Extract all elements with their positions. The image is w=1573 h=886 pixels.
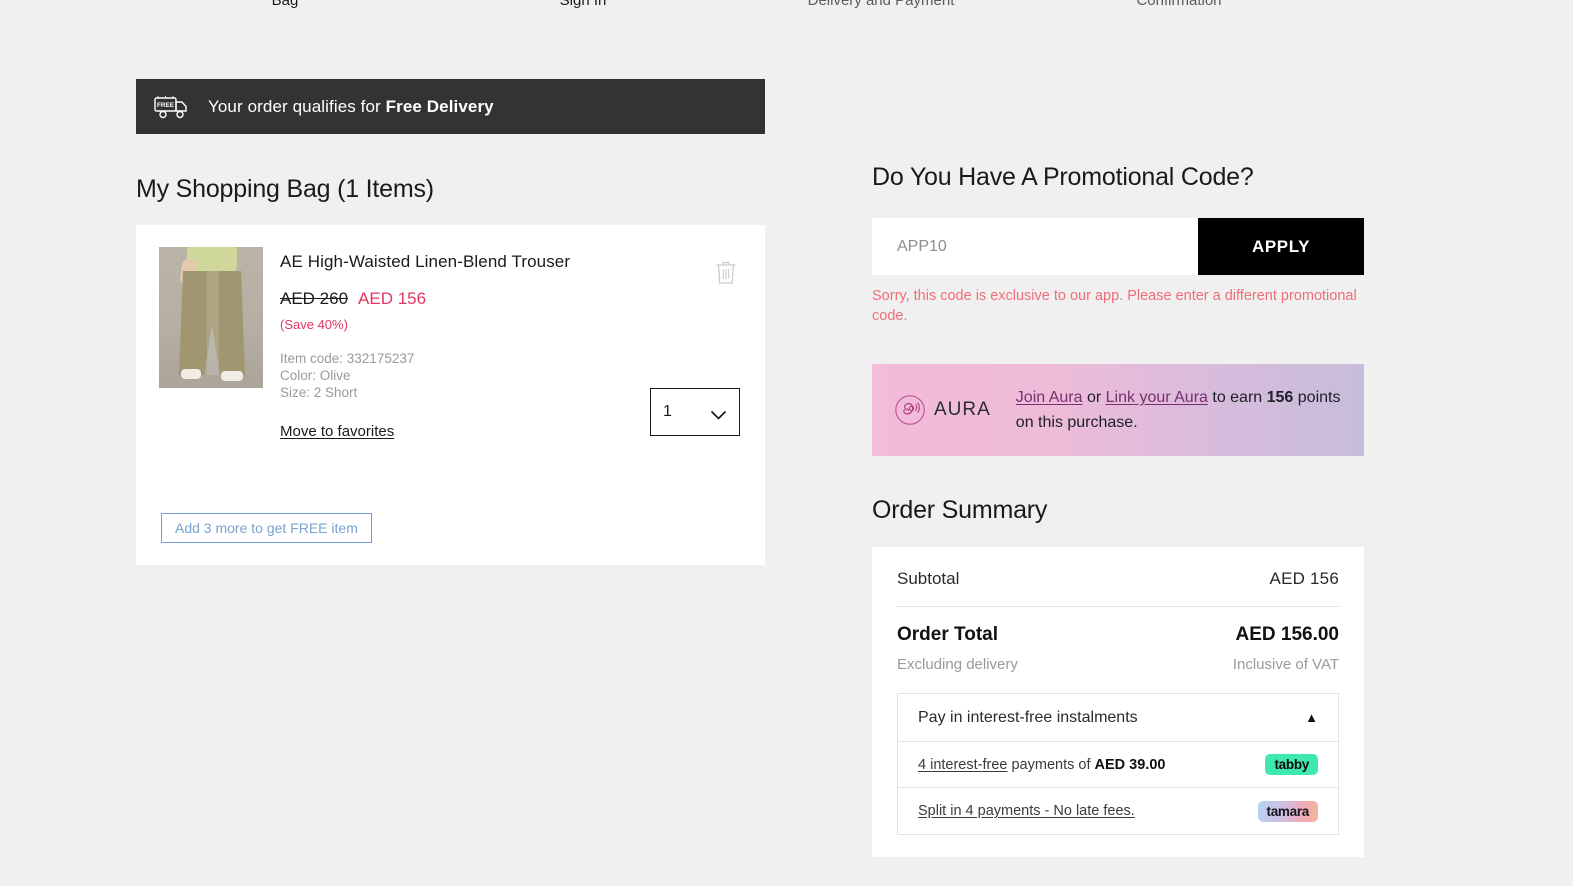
aura-logo: AURA [894,394,991,426]
subtotal-label: Subtotal [897,569,960,588]
aura-or-text: or [1082,389,1106,406]
instalment-tabby-amount: AED 39.00 [1094,756,1166,773]
progress-step-sign-in[interactable]: Sign In [434,0,732,9]
add-more-free-item-button[interactable]: Add 3 more to get FREE item [161,513,372,543]
aura-message: Join Aura or Link your Aura to earn 156 … [1016,385,1346,435]
instalment-tamara-text: Split in 4 payments - No late fees. [918,803,1135,819]
free-delivery-prefix: Your order qualifies for [208,96,386,116]
subtotal-value: AED 156 [1269,569,1339,588]
order-total-subnote-row: Excluding delivery Inclusive of VAT [897,656,1339,673]
promo-title: Do You Have A Promotional Code? [872,163,1254,191]
summary-column: Do You Have A Promotional Code? APPLY So… [872,163,1364,857]
excluding-delivery-label: Excluding delivery [897,656,1018,673]
quantity-select[interactable]: 1 [650,388,740,436]
free-delivery-banner: FREE Your order qualifies for Free Deliv… [136,79,765,134]
order-summary-title: Order Summary [872,496,1048,524]
subtotal-row: Subtotal AED 156 [897,569,1339,589]
apply-promo-button[interactable]: APPLY [1198,218,1364,275]
order-total-value: AED 156.00 [1235,624,1339,645]
aura-wordmark: AURA [934,399,991,420]
promo-code-input[interactable] [872,218,1198,275]
inclusive-vat-label: Inclusive of VAT [1232,656,1339,673]
instalments-toggle[interactable]: Pay in interest-free instalments ▲ [898,694,1338,742]
instalment-option-tabby[interactable]: 4 interest-free payments of AED 39.00 ta… [898,742,1338,788]
product-item-code: Item code: 332175237 [280,351,415,366]
order-total-label: Order Total [897,624,998,645]
progress-step-bag[interactable]: Bag [136,0,434,9]
trash-icon[interactable] [714,260,738,286]
promo-row: APPLY [872,218,1364,275]
aura-banner: AURA Join Aura or Link your Aura to earn… [872,364,1364,456]
link-your-aura-link[interactable]: Link your Aura [1106,389,1208,406]
bag-title: My Shopping Bag (1 Items) [136,175,434,203]
order-total-row: Order Total AED 156.00 [897,624,1339,646]
tabby-logo: tabby [1265,754,1318,775]
bag-column: FREE Your order qualifies for Free Deliv… [136,79,765,565]
progress-step-delivery-and-payment[interactable]: Delivery and Payment [732,0,1030,9]
instalment-tabby-middle: payments of [1007,756,1095,773]
aura-logo-icon [894,394,926,426]
product-price-current: AED 156 [358,289,427,308]
summary-divider [897,606,1339,607]
product-info: AE High-Waisted Linen-Blend Trouser AED … [280,247,652,441]
free-delivery-truck-icon: FREE [154,94,192,120]
instalment-tabby-link[interactable]: 4 interest-free [918,757,1007,773]
product-save-badge: (Save 40%) [280,317,348,332]
promo-error-message: Sorry, this code is exclusive to our app… [872,288,1357,324]
product-price-original: AED 260 [280,289,349,308]
product-name[interactable]: AE High-Waisted Linen-Blend Trouser [280,252,652,272]
bag-item-card: AE High-Waisted Linen-Blend Trouser AED … [136,225,765,565]
product-price-row: AED 260 AED 156 [280,289,652,309]
product-size: Size: 2 Short [280,385,358,400]
checkout-progress: Bag Sign In Delivery and Payment Confirm… [0,0,1573,14]
order-summary-card: Subtotal AED 156 Order Total AED 156.00 … [872,547,1364,857]
chevron-down-icon [710,407,727,420]
instalment-tabby-text: 4 interest-free payments of AED 39.00 [918,757,1165,773]
product-color: Color: Olive [280,368,351,383]
tamara-logo: tamara [1257,800,1318,822]
svg-text:FREE: FREE [157,102,175,109]
move-to-favorites-link[interactable]: Move to favorites [280,423,394,440]
join-aura-link[interactable]: Join Aura [1016,389,1083,406]
aura-earn-prefix: to earn [1207,389,1267,406]
progress-step-confirmation[interactable]: Confirmation [1030,0,1328,9]
free-delivery-text: Your order qualifies for Free Delivery [208,97,494,117]
free-delivery-strong: Free Delivery [385,96,494,116]
aura-points: 156 [1266,389,1294,406]
instalments-header-label: Pay in interest-free instalments [918,708,1138,726]
instalment-option-tamara[interactable]: Split in 4 payments - No late fees. tama… [898,788,1338,834]
product-attributes: Item code: 332175237 Color: Olive Size: … [280,350,652,401]
product-thumbnail[interactable] [159,247,263,388]
quantity-value: 1 [663,403,672,420]
chevron-up-icon: ▲ [1305,710,1318,725]
instalment-tamara-link[interactable]: Split in 4 payments - No late fees. [918,803,1135,819]
instalments-box: Pay in interest-free instalments ▲ 4 int… [897,693,1339,835]
